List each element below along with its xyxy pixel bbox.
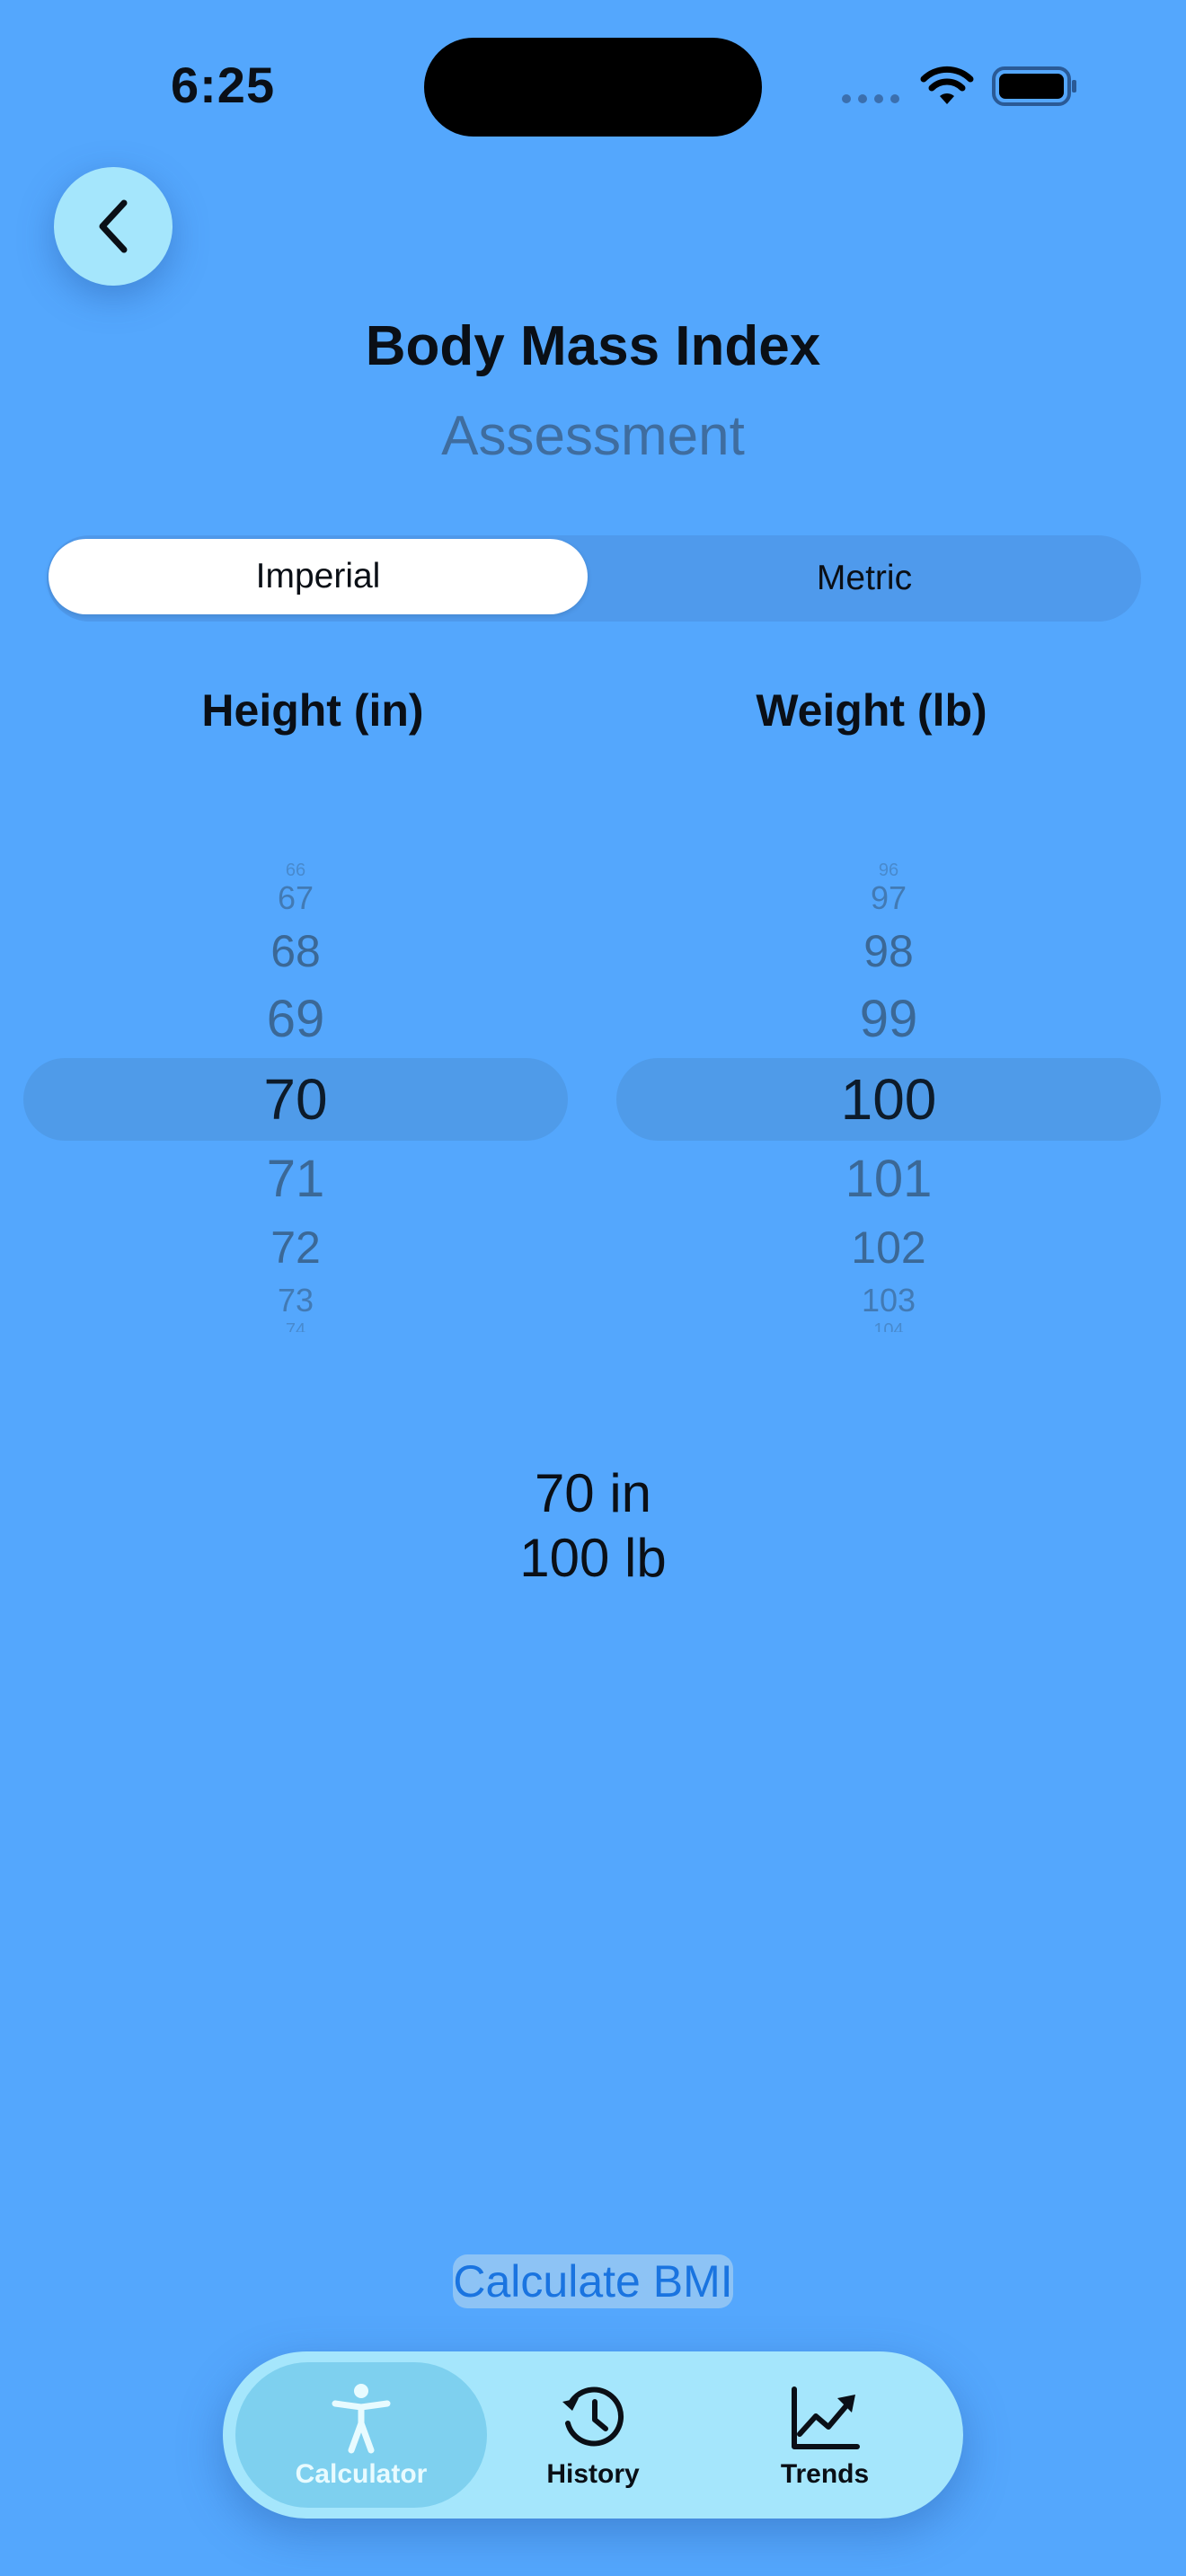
picker-row-selected[interactable]: 70 [23, 1071, 568, 1128]
picker-row[interactable]: 73 [23, 1284, 568, 1317]
picker-row[interactable]: 66 [23, 861, 568, 879]
chevron-left-icon [99, 199, 128, 253]
picker-row[interactable]: 68 [23, 929, 568, 974]
picker-row[interactable]: 103 [616, 1284, 1161, 1317]
cellular-signal-icon [842, 94, 899, 103]
picker-row[interactable]: 104 [616, 1321, 1161, 1332]
dynamic-island [424, 38, 762, 137]
picker-row[interactable]: 96 [616, 861, 1161, 879]
picker-row[interactable]: 97 [616, 882, 1161, 914]
selected-height-text: 70 in [534, 1463, 652, 1523]
tab-label: History [546, 2459, 640, 2489]
picker-row[interactable]: 71 [23, 1153, 568, 1205]
tab-trends[interactable]: Trends [699, 2362, 951, 2508]
picker-row[interactable]: 101 [616, 1153, 1161, 1205]
page-subtitle: Assessment [441, 405, 745, 467]
weight-picker[interactable]: 96 97 98 99 100 101 102 103 104 [616, 853, 1161, 1338]
picker-row[interactable]: 98 [616, 929, 1161, 974]
tab-label: Trends [780, 2459, 870, 2489]
weight-column-header: Weight (lb) [756, 685, 987, 736]
height-column-header: Height (in) [201, 685, 424, 736]
height-picker[interactable]: 66 67 68 69 70 71 72 73 74 [23, 853, 568, 1338]
calculate-bmi-button[interactable]: Calculate BMI [453, 2254, 733, 2308]
wifi-icon [920, 66, 974, 104]
picker-row[interactable]: 99 [616, 993, 1161, 1045]
segment-metric[interactable]: Metric [595, 541, 1134, 616]
tab-history[interactable]: History [467, 2362, 719, 2508]
status-time: 6:25 [171, 57, 276, 113]
tab-bar: Calculator History Trends [223, 2351, 963, 2519]
trend-chart-icon [792, 2386, 860, 2449]
unit-segmented-control: Imperial Metric [47, 535, 1141, 622]
picker-row[interactable]: 102 [616, 1225, 1161, 1270]
picker-row[interactable]: 74 [23, 1321, 568, 1332]
selected-weight-text: 100 lb [519, 1528, 667, 1588]
page-title: Body Mass Index [365, 315, 821, 377]
back-button[interactable] [54, 167, 173, 286]
picker-row[interactable]: 72 [23, 1225, 568, 1270]
picker-row-selected[interactable]: 100 [616, 1071, 1161, 1128]
picker-row[interactable]: 69 [23, 993, 568, 1045]
tab-calculator[interactable]: Calculator [235, 2362, 487, 2508]
segment-imperial[interactable]: Imperial [49, 539, 588, 614]
picker-row[interactable]: 67 [23, 882, 568, 914]
battery-icon [992, 66, 1076, 106]
tab-label: Calculator [295, 2459, 428, 2489]
figure-icon [332, 2384, 391, 2454]
history-clock-icon [562, 2386, 624, 2447]
